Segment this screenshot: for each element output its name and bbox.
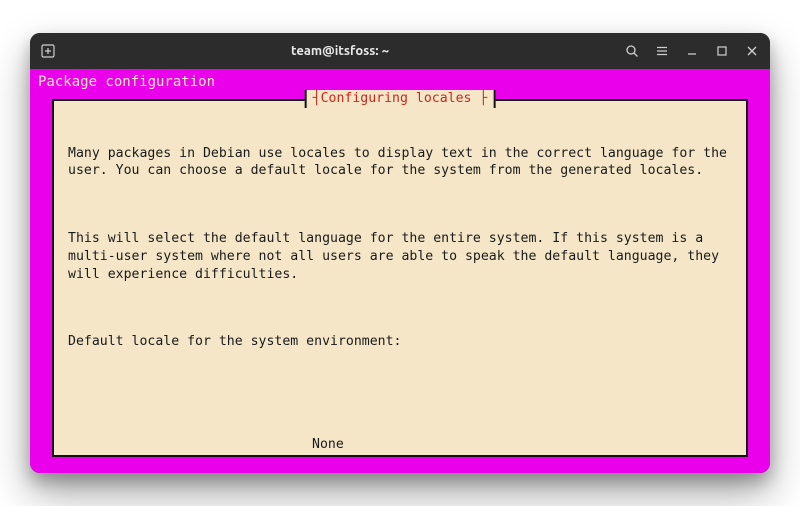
hamburger-menu-icon[interactable] — [654, 43, 670, 59]
window-title: team@itsfoss: ~ — [56, 44, 624, 58]
close-button[interactable] — [744, 43, 760, 59]
locale-option-c-utf8[interactable]: C.UTF-8 — [312, 472, 732, 473]
dialog-title: ┤Configuring locales ├ — [305, 90, 496, 108]
titlebar: team@itsfoss: ~ — [30, 33, 770, 69]
configuring-locales-dialog: ┤Configuring locales ├ Many packages in … — [52, 99, 748, 457]
locale-option-none[interactable]: None — [312, 436, 732, 454]
dialog-paragraph-1: Many packages in Debian use locales to d… — [68, 145, 732, 181]
dialog-title-text: Configuring locales — [321, 91, 472, 106]
package-configuration-header: Package configuration — [30, 69, 770, 92]
search-icon[interactable] — [624, 43, 640, 59]
dialog-prompt: Default locale for the system environmen… — [68, 333, 732, 351]
maximize-button[interactable] — [714, 43, 730, 59]
terminal-content: Package configuration ┤Configuring local… — [30, 69, 770, 473]
locale-options-list[interactable]: None C.UTF-8 en_US.UTF-8 es_MX.UTF-8 — [312, 418, 732, 473]
terminal-window: team@itsfoss: ~ — [30, 33, 770, 473]
dialog-paragraph-2: This will select the default language fo… — [68, 230, 732, 283]
new-tab-icon[interactable] — [40, 43, 56, 59]
minimize-button[interactable] — [684, 43, 700, 59]
